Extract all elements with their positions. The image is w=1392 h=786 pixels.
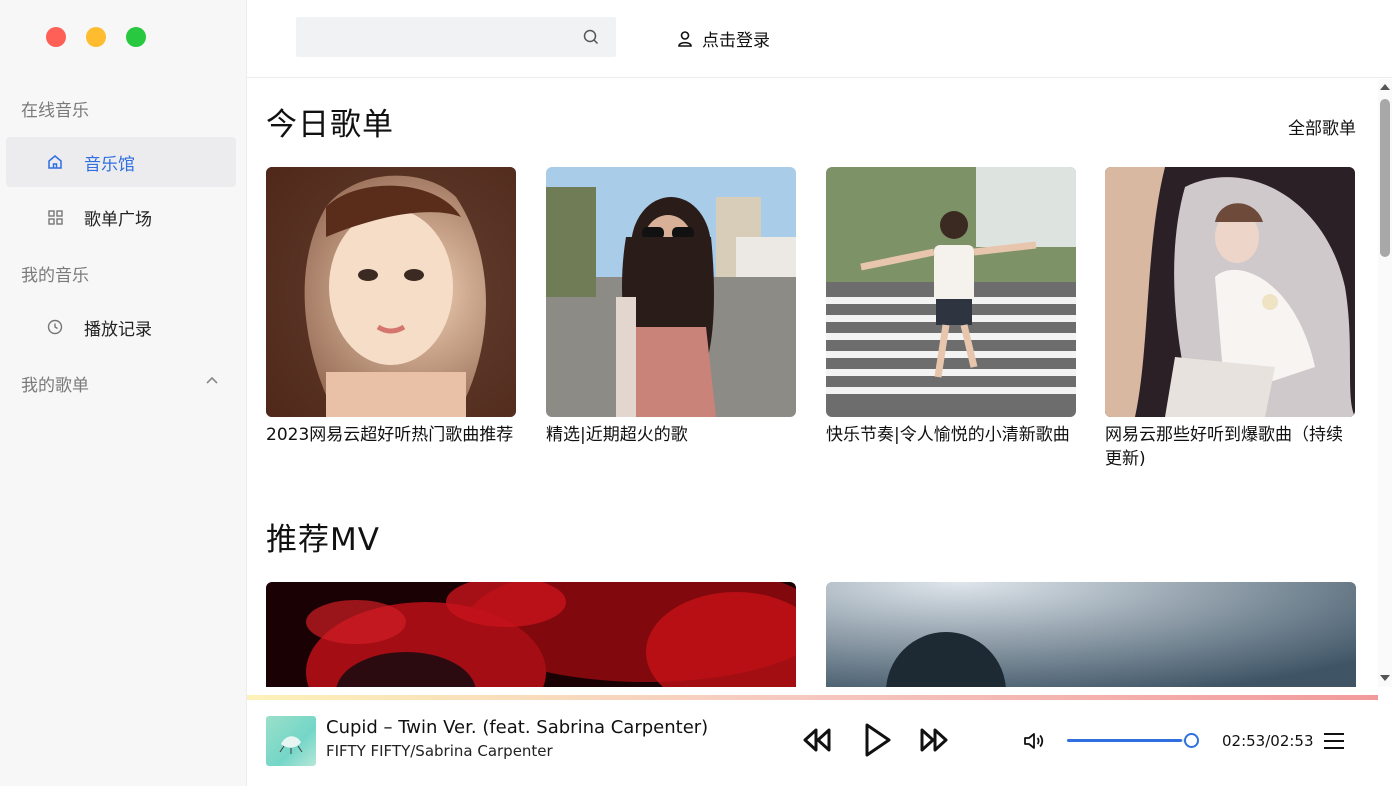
sidebar-section-my-playlists[interactable]: 我的歌单 xyxy=(21,371,89,396)
previous-button[interactable] xyxy=(799,722,835,758)
playback-progress-bar[interactable] xyxy=(247,695,1378,700)
sidebar-item-label: 播放记录 xyxy=(84,319,152,340)
sidebar: 在线音乐 音乐馆 歌单广场 我的音乐 播放记录 我的歌单 xyxy=(0,0,247,786)
rewind-icon xyxy=(803,728,831,752)
playlist-title[interactable]: 网易云那些好听到爆歌曲（持续更新) xyxy=(1105,423,1355,471)
song-title: Cupid – Twin Ver. (feat. Sabrina Carpent… xyxy=(326,717,709,738)
playlist-card[interactable]: 2023网易云超好听热门歌曲推荐 xyxy=(266,167,516,447)
volume-slider-fill xyxy=(1067,739,1182,742)
playback-progress-fill xyxy=(247,695,1378,700)
playlist-cover[interactable] xyxy=(266,167,516,417)
fast-forward-icon xyxy=(920,728,948,752)
all-playlists-link[interactable]: 全部歌单 xyxy=(1288,114,1356,139)
playlist-cover[interactable] xyxy=(1105,167,1355,417)
search-icon[interactable] xyxy=(582,28,600,46)
clock-icon xyxy=(46,318,64,336)
mv-card[interactable] xyxy=(826,582,1356,687)
top-bar: 点击登录 xyxy=(247,0,1392,78)
playlist-card[interactable]: 网易云那些好听到爆歌曲（持续更新) xyxy=(1105,167,1355,471)
chevron-up-icon[interactable] xyxy=(203,372,221,390)
playlist-menu-icon[interactable] xyxy=(1323,731,1345,751)
playlist-cover[interactable] xyxy=(826,167,1076,417)
scroll-up-arrow-icon[interactable] xyxy=(1380,84,1390,90)
play-button[interactable] xyxy=(859,722,895,758)
login-label: 点击登录 xyxy=(702,31,770,51)
mv-card[interactable] xyxy=(266,582,796,687)
playlist-card[interactable]: 快乐节奏|令人愉悦的小清新歌曲 xyxy=(826,167,1076,447)
playlist-cover[interactable] xyxy=(546,167,796,417)
scroll-down-arrow-icon[interactable] xyxy=(1380,675,1390,681)
home-icon xyxy=(46,153,64,171)
scrollbar-thumb[interactable] xyxy=(1380,99,1390,257)
album-art[interactable] xyxy=(266,716,316,766)
main-content: 今日歌单 全部歌单 2023网易云超好听热门歌曲推荐 精选|近期超火的歌 快乐节… xyxy=(247,79,1378,687)
playback-time: 02:53/02:53 xyxy=(1222,732,1314,750)
player-bar: Cupid – Twin Ver. (feat. Sabrina Carpent… xyxy=(247,687,1392,786)
sidebar-item-label: 音乐馆 xyxy=(84,154,135,175)
content-scrollbar[interactable] xyxy=(1378,79,1392,687)
song-artist[interactable]: FIFTY FIFTY/Sabrina Carpenter xyxy=(326,742,553,760)
playlist-title[interactable]: 2023网易云超好听热门歌曲推荐 xyxy=(266,423,516,447)
volume-slider-knob[interactable] xyxy=(1184,733,1199,748)
sidebar-section-my-music: 我的音乐 xyxy=(21,266,89,286)
play-icon xyxy=(865,723,891,757)
volume-slider[interactable] xyxy=(1067,739,1192,742)
sidebar-section-online-music: 在线音乐 xyxy=(21,101,89,121)
sidebar-item-label: 歌单广场 xyxy=(84,209,152,230)
search-input[interactable] xyxy=(296,17,566,57)
login-button[interactable]: 点击登录 xyxy=(677,26,770,51)
close-window-button[interactable] xyxy=(46,27,66,47)
volume-icon[interactable] xyxy=(1022,729,1046,753)
sidebar-item-music-hall[interactable]: 音乐馆 xyxy=(6,137,236,187)
playlist-title[interactable]: 快乐节奏|令人愉悦的小清新歌曲 xyxy=(826,423,1076,447)
minimize-window-button[interactable] xyxy=(86,27,106,47)
playlist-card[interactable]: 精选|近期超火的歌 xyxy=(546,167,796,447)
sidebar-item-playlist-square[interactable]: 歌单广场 xyxy=(6,192,236,242)
sidebar-item-play-history[interactable]: 播放记录 xyxy=(6,302,236,352)
section-title-today-playlists: 今日歌单 xyxy=(266,107,394,143)
window-controls xyxy=(46,27,146,47)
playlist-title[interactable]: 精选|近期超火的歌 xyxy=(546,423,796,447)
section-title-recommended-mv: 推荐MV xyxy=(266,522,380,558)
maximize-window-button[interactable] xyxy=(126,27,146,47)
search-box xyxy=(296,17,616,57)
next-button[interactable] xyxy=(916,722,952,758)
grid-icon xyxy=(46,208,64,226)
user-icon xyxy=(678,30,692,47)
